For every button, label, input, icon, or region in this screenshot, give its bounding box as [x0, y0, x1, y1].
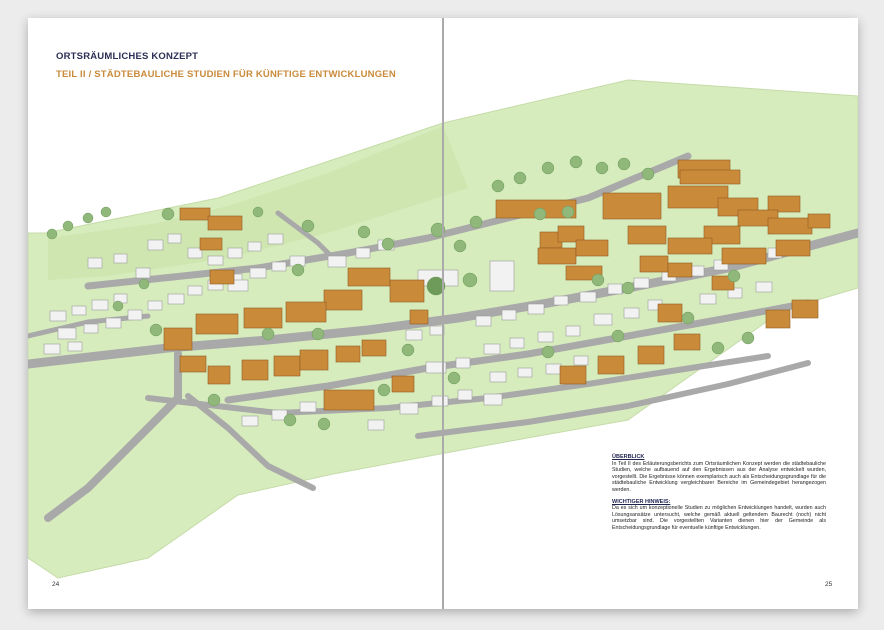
- notice-text: Da es sich um konzeptionelle Studien zu …: [612, 505, 826, 531]
- page-number-right: 25: [825, 581, 833, 588]
- overview-text: In Teil II des Erläuterungsberichts zum …: [612, 460, 826, 493]
- text-column: ÜBERBLICK In Teil II des Erläuterungsber…: [612, 454, 826, 537]
- page-number-left: 24: [52, 581, 60, 588]
- page-subtitle: TEIL II / STÄDTEBAULICHE STUDIEN FÜR KÜN…: [56, 69, 396, 80]
- brochure-spread: ORTSRÄUMLICHES KONZEPT TEIL II / STÄDTEB…: [28, 18, 858, 609]
- page-title: ORTSRÄUMLICHES KONZEPT: [56, 51, 199, 62]
- page-gutter: [442, 18, 444, 609]
- overview-heading: ÜBERBLICK: [612, 454, 645, 460]
- notice-heading: WICHTIGER HINWEIS:: [612, 498, 671, 505]
